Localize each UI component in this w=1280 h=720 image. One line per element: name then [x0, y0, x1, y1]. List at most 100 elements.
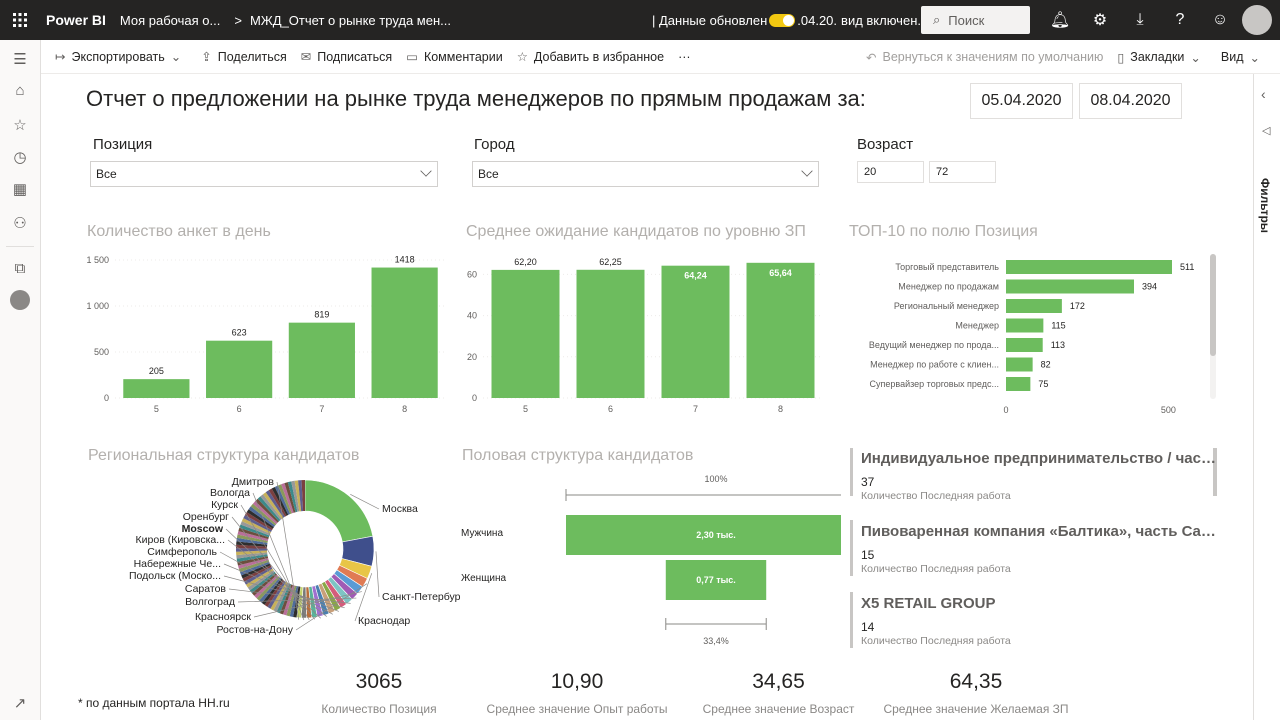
category-label: Региональный менеджер [894, 301, 999, 311]
share-icon: ⇪ [201, 50, 212, 64]
category-label: Мужчина [461, 528, 503, 539]
breadcrumb-workspace[interactable]: Моя рабочая о... [120, 13, 220, 28]
card-value: 14 [861, 620, 875, 634]
export-label: Экспортировать [71, 49, 165, 64]
download-icon[interactable]: ⤓ [1120, 11, 1160, 29]
refresh-status: | Данные обновлен .04.20. вид включен. [652, 0, 921, 40]
slicer-city-dropdown[interactable]: Все [472, 161, 819, 187]
data-label: 65,64 [769, 268, 792, 278]
app-launcher-icon[interactable] [0, 0, 40, 40]
expand-icon[interactable]: ↗ [0, 694, 40, 712]
bar [123, 379, 190, 398]
data-label: 511 [1180, 262, 1194, 272]
share-button[interactable]: ⇪ Поделиться [201, 49, 287, 65]
avatar[interactable] [1242, 5, 1272, 35]
report-title: Отчет о предложении на рынке труда менед… [86, 86, 866, 111]
data-label: 205 [149, 366, 164, 376]
shared-icon[interactable]: ⚇ [0, 214, 40, 232]
slicer-position-dropdown[interactable]: Все [90, 161, 438, 187]
bell-icon[interactable]: 🔔︎ [1040, 10, 1080, 30]
pie-label: Киров (Кировска... [136, 534, 225, 546]
card-title: X5 RETAIL GROUP [861, 595, 996, 612]
category-label: Торговый представитель [895, 262, 999, 272]
my-workspace-icon[interactable] [0, 290, 40, 314]
gear-icon[interactable]: ⚙ [1080, 10, 1120, 30]
apps-icon[interactable]: ▦ [0, 180, 40, 198]
date-from[interactable]: 05.04.2020 [970, 83, 1073, 119]
bar [206, 340, 273, 398]
bookmark-icon: ▯ [1117, 50, 1125, 65]
chevron-left-icon[interactable]: ‹ [1261, 86, 1266, 102]
smiley-icon[interactable]: ☺ [1200, 11, 1240, 29]
filter-pane[interactable]: ‹ ◁ Фильтры [1253, 74, 1280, 720]
star-icon[interactable]: ☆ [0, 116, 40, 134]
bar [1006, 318, 1044, 333]
data-label: 172 [1070, 301, 1085, 311]
kpi-label: Среднее значение Желаемая ЗП [883, 702, 1069, 716]
more-button[interactable]: ··· [678, 50, 691, 64]
brand-name[interactable]: Power BI [46, 12, 106, 28]
category-label: Менеджер по продажам [898, 282, 999, 292]
command-bar: ↦ Экспортировать ⌄ ⇪ Поделиться ✉ Подписатьс… [41, 40, 1280, 74]
report-canvas: Отчет о предложении на рынке труда менед… [41, 74, 1253, 720]
x-tick-label: 6 [608, 404, 613, 414]
view-button[interactable]: Вид ⌄ [1221, 50, 1266, 65]
date-to[interactable]: 08.04.2020 [1079, 83, 1182, 119]
data-label: 0,77 тыс. [696, 575, 736, 585]
chevron-down-icon [801, 165, 813, 177]
breadcrumb-report[interactable]: МЖД_Отчет о рынке труда мен... [250, 13, 451, 28]
help-icon[interactable]: ? [1160, 11, 1200, 29]
bar [661, 265, 730, 398]
data-label: 75 [1038, 379, 1048, 389]
scrollbar-track[interactable] [1210, 254, 1216, 399]
y-tick-label: 0 [104, 393, 109, 403]
hamburger-icon[interactable]: ☰ [0, 50, 40, 68]
search-icon: ⌕ [933, 12, 941, 27]
comment-icon: ▭ [406, 50, 418, 64]
category-label: Ведущий менеджер по прода... [869, 340, 999, 350]
pie-label: Moscow [182, 523, 224, 535]
data-label: 819 [314, 310, 329, 320]
pie-label: Санкт-Петербург [382, 591, 461, 603]
pie-label: Подольск (Моско... [129, 570, 221, 582]
export-button[interactable]: ↦ Экспортировать ⌄ [55, 49, 187, 65]
refresh-suffix: вид включен. [841, 12, 921, 28]
y-tick-label: 1 500 [86, 255, 109, 265]
pie-label: Ростов-на-Дону [217, 624, 294, 636]
comments-button[interactable]: ▭ Комментарии [406, 49, 503, 65]
scrollbar-thumb[interactable] [1210, 254, 1216, 356]
subscribe-button[interactable]: ✉ Подписаться [300, 49, 392, 65]
data-label: 113 [1051, 340, 1065, 350]
favorite-button[interactable]: ☆ Добавить в избранное [517, 49, 664, 65]
bookmarks-button[interactable]: ▯ Закладки ⌄ [1117, 50, 1206, 65]
chevron-down-icon: ⌄ [1249, 50, 1260, 65]
card-label: Количество Последняя работа [861, 635, 1011, 647]
age-max-input[interactable]: 72 [929, 161, 996, 183]
bar [1006, 299, 1062, 313]
pie-label: Саратов [185, 583, 227, 595]
footnote: * по данным портала HH.ru [78, 696, 230, 710]
toggle-switch[interactable] [769, 13, 796, 27]
workspaces-icon[interactable]: ⧉ [0, 260, 40, 277]
x-tick-label: 7 [693, 404, 698, 414]
age-min-input[interactable]: 20 [857, 161, 924, 183]
comments-label: Комментарии [423, 49, 503, 64]
top-bar: Power BI Моя рабочая о... > МЖД_Отчет о … [0, 0, 1280, 40]
bar [1006, 377, 1031, 391]
chart-regions-title: Региональная структура кандидатов [88, 447, 360, 464]
reset-button[interactable]: ↶ Вернуться к значениям по умолчанию [866, 50, 1103, 65]
y-tick-label: 60 [467, 269, 477, 279]
mail-icon: ✉ [300, 50, 312, 64]
reset-label: Вернуться к значениям по умолчанию [882, 50, 1104, 64]
funnel-bottom-label: 33,4% [703, 636, 729, 646]
bar [746, 262, 815, 398]
bar [491, 269, 560, 398]
data-label: 64,24 [684, 271, 707, 281]
clock-icon[interactable]: ◷ [0, 148, 40, 166]
x-tick-label: 6 [237, 404, 242, 414]
home-icon[interactable]: ⌂ [0, 82, 40, 99]
search-box[interactable]: ⌕ Поиск [921, 6, 1030, 34]
card-value: 15 [861, 548, 875, 562]
data-label: 623 [232, 328, 247, 338]
pie-label: Москва [382, 503, 418, 515]
